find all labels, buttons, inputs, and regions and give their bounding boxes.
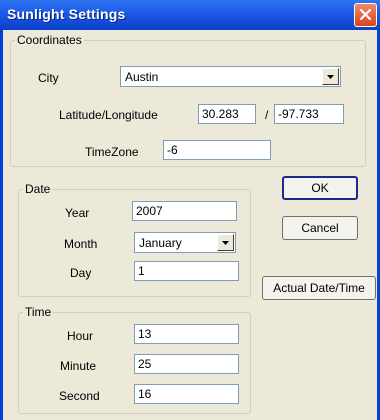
year-input[interactable]: [132, 201, 237, 221]
close-button[interactable]: [354, 3, 377, 27]
latlon-separator: /: [265, 108, 269, 122]
city-select[interactable]: Austin: [120, 66, 341, 87]
date-legend: Date: [25, 182, 51, 196]
city-label: City: [38, 71, 59, 85]
window-title: Sunlight Settings: [7, 6, 126, 22]
city-dropdown-button[interactable]: [322, 68, 339, 85]
minute-label: Minute: [60, 359, 97, 373]
time-legend: Time: [25, 305, 52, 319]
coordinates-legend: Coordinates: [17, 33, 82, 47]
hour-label: Hour: [67, 329, 94, 343]
close-icon: [360, 9, 371, 20]
day-input[interactable]: [134, 261, 239, 281]
hour-input[interactable]: [134, 324, 239, 344]
title-bar[interactable]: Sunlight Settings: [0, 0, 380, 30]
year-label: Year: [65, 206, 90, 220]
cancel-button[interactable]: Cancel: [282, 216, 358, 240]
month-value: January: [139, 236, 182, 250]
ok-button[interactable]: OK: [282, 176, 358, 200]
actual-date-time-button[interactable]: Actual Date/Time: [262, 276, 376, 300]
month-dropdown-button[interactable]: [217, 234, 234, 251]
second-label: Second: [59, 389, 100, 403]
chevron-down-icon: [222, 241, 229, 245]
latitude-input[interactable]: [198, 104, 256, 124]
chevron-down-icon: [327, 75, 334, 79]
second-input[interactable]: [134, 384, 239, 404]
day-label: Day: [70, 266, 92, 280]
month-label: Month: [64, 237, 98, 251]
minute-input[interactable]: [134, 354, 239, 374]
timezone-input[interactable]: [163, 140, 271, 160]
longitude-input[interactable]: [274, 104, 344, 124]
month-select[interactable]: January: [134, 232, 236, 253]
city-value: Austin: [125, 70, 159, 84]
latlon-label: Latitude/Longitude: [59, 108, 158, 122]
dialog-window: Sunlight Settings Coordinates City Austi…: [0, 0, 380, 420]
timezone-label: TimeZone: [85, 145, 139, 159]
